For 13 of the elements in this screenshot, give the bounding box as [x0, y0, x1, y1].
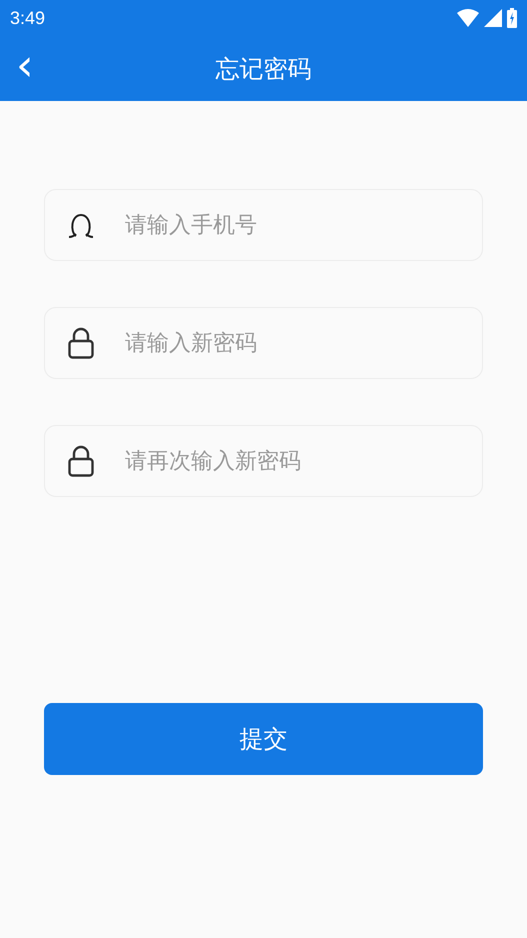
- page-title: 忘记密码: [216, 54, 312, 82]
- battery-icon: [507, 8, 517, 28]
- back-button[interactable]: ‹: [0, 44, 34, 94]
- lock-icon: [68, 327, 94, 359]
- input-field[interactable]: 请输入新密码: [44, 307, 483, 379]
- signal-icon: [484, 9, 502, 27]
- wifi-icon: [457, 9, 479, 27]
- submit-button[interactable]: 提交: [44, 703, 483, 775]
- status-time: 3:49: [10, 8, 46, 28]
- input-field[interactable]: 请再次输入新密码: [44, 425, 483, 497]
- user-icon: [68, 212, 94, 238]
- lock-icon: [68, 445, 94, 477]
- input-field[interactable]: 请输入手机号: [44, 189, 483, 261]
